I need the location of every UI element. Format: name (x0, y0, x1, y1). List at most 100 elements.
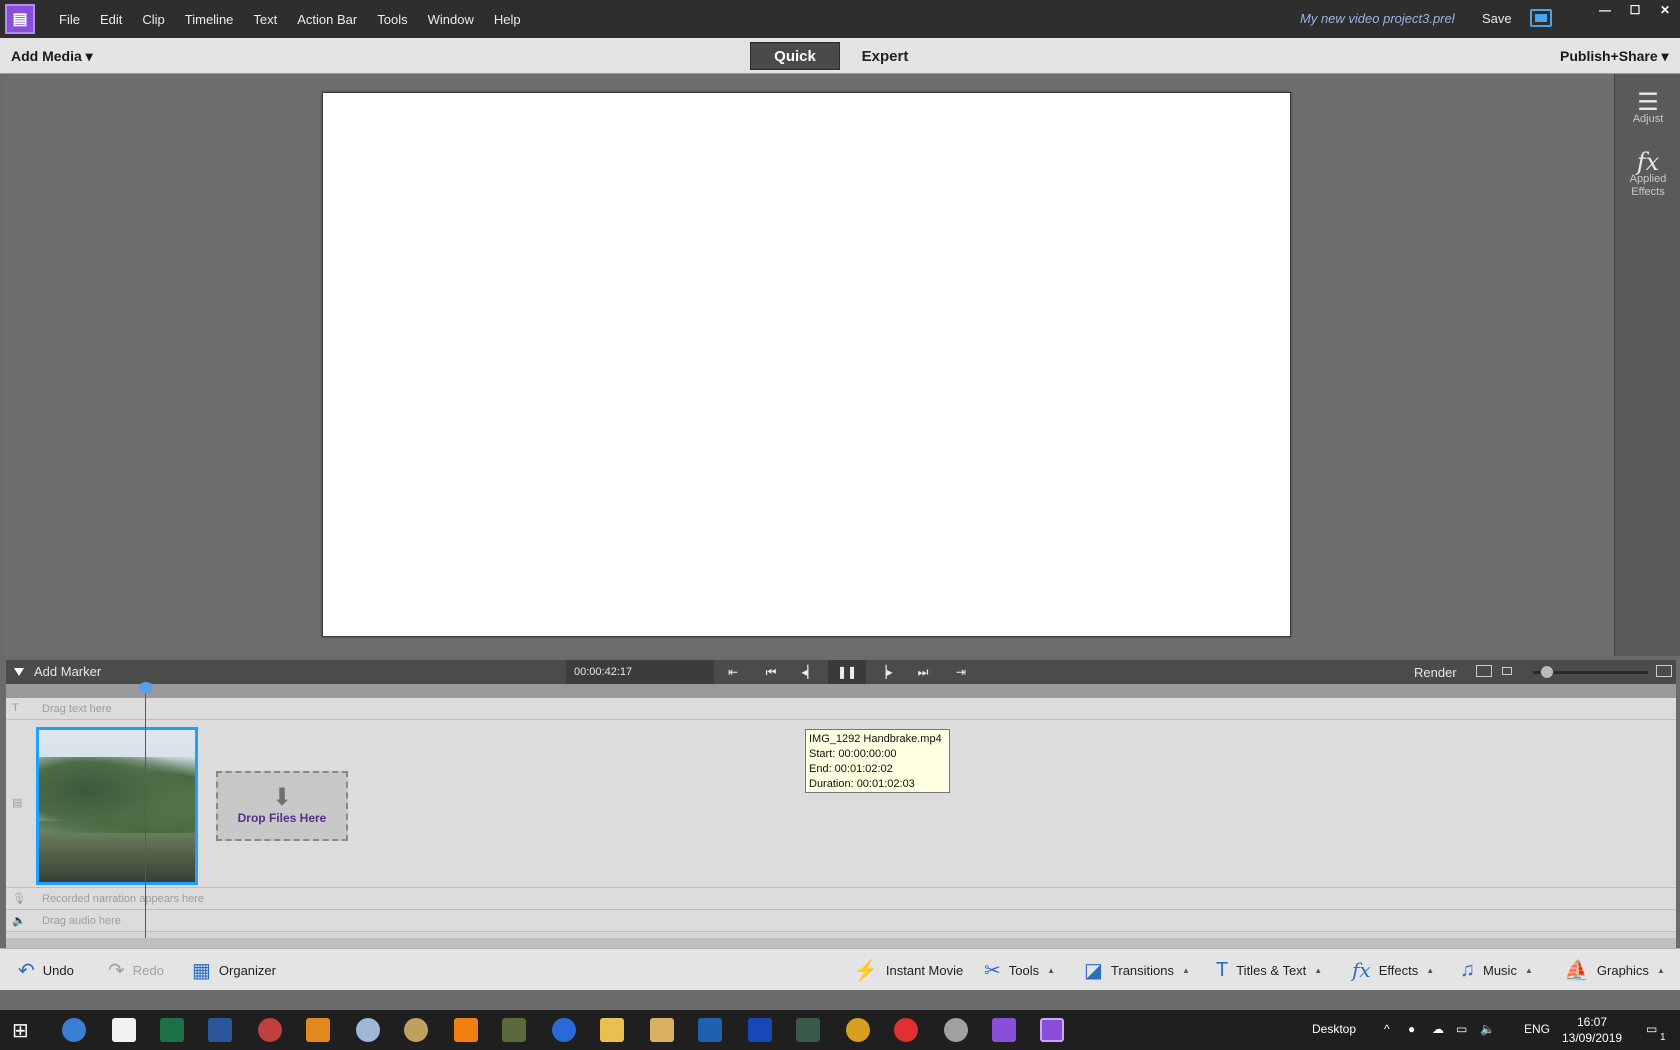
desktop-toolbar[interactable]: Desktop (1312, 1022, 1356, 1036)
clip-trees (39, 757, 195, 841)
transitions-label: Transitions (1110, 962, 1175, 978)
minimize-button[interactable]: — (1590, 0, 1620, 20)
fullscreen-icon[interactable] (1530, 9, 1552, 27)
organizer-button[interactable]: ▦ Organizer (192, 949, 276, 991)
tray-app-icon[interactable]: ● (1408, 1022, 1415, 1036)
transitions-button[interactable]: ◪ Transitions ▲ (1084, 949, 1190, 991)
text-track[interactable]: T Drag text here (6, 698, 1676, 720)
app-icon[interactable] (698, 1018, 722, 1042)
app-icon[interactable] (650, 1018, 674, 1042)
titles-text-button[interactable]: T Titles & Text ▲ (1216, 949, 1322, 991)
windows-start-icon[interactable]: ⊞ (12, 1018, 36, 1042)
music-button[interactable]: ♫ Music ▲ (1460, 949, 1533, 991)
cloud-icon[interactable]: ☁ (1432, 1022, 1444, 1036)
fit-timeline-icon[interactable] (1476, 665, 1492, 677)
step-back-icon[interactable]: ◂▏ (790, 660, 828, 684)
instant-movie-button[interactable]: ⚡ Instant Movie (853, 949, 963, 991)
app-icon[interactable] (796, 1018, 820, 1042)
pause-icon[interactable]: ❚❚ (828, 660, 866, 684)
clock[interactable]: 16:07 13/09/2019 (1562, 1014, 1622, 1046)
premiere-elements-icon[interactable] (992, 1018, 1016, 1042)
word-icon[interactable] (208, 1018, 232, 1042)
tab-expert[interactable]: Expert (840, 42, 930, 70)
menu-file[interactable]: File (49, 12, 90, 27)
narration-track[interactable]: 🎙 Recorded narration appears here (6, 888, 1676, 910)
previous-edit-icon[interactable]: ⏮ (752, 660, 790, 684)
next-edit-icon[interactable]: ⏭ (904, 660, 942, 684)
audio-track[interactable]: 🔈 Drag audio here (6, 910, 1676, 932)
step-forward-icon[interactable]: ▕▸ (866, 660, 904, 684)
menu-edit[interactable]: Edit (90, 12, 132, 27)
app-icon[interactable] (552, 1018, 576, 1042)
close-button[interactable]: ✕ (1650, 0, 1680, 20)
paint-icon[interactable] (404, 1018, 428, 1042)
vlc-icon[interactable] (454, 1018, 478, 1042)
video-clip-thumbnail[interactable] (36, 727, 198, 885)
tray-chevron-icon[interactable]: ^ (1384, 1022, 1390, 1036)
transitions-icon: ◪ (1084, 959, 1103, 982)
app-icon[interactable] (846, 1018, 870, 1042)
browser-icon[interactable] (62, 1018, 86, 1042)
app-icon[interactable] (894, 1018, 918, 1042)
excel-icon[interactable] (160, 1018, 184, 1042)
applied-effects-button[interactable]: fx Applied Effects (1615, 150, 1680, 199)
undo-label: Undo (42, 962, 74, 978)
add-marker-label: Add Marker (34, 664, 102, 679)
titles-icon: T (1216, 958, 1229, 981)
redo-label: Redo (132, 962, 164, 978)
text-track-label: Drag text here (42, 703, 112, 715)
app-icon[interactable] (502, 1018, 526, 1042)
malwarebytes-icon[interactable] (748, 1018, 772, 1042)
add-media-button[interactable]: Add Media ▾ (11, 48, 93, 65)
app-icon[interactable] (356, 1018, 380, 1042)
clock-date: 13/09/2019 (1562, 1031, 1623, 1045)
menu-action-bar[interactable]: Action Bar (287, 12, 367, 27)
transport-bar: Add Marker 00:00:42:17 ⇤ ⏮ ◂▏ ❚❚ ▕▸ ⏭ ⇥ … (6, 660, 1676, 684)
zoom-slider-knob[interactable] (1540, 665, 1554, 679)
caret-up-icon: ▲ (1047, 965, 1056, 975)
app-icon[interactable] (258, 1018, 282, 1042)
add-marker-button[interactable]: Add Marker (14, 664, 101, 679)
volume-icon[interactable]: 🔈 (1480, 1022, 1495, 1036)
menu-tools[interactable]: Tools (367, 12, 417, 27)
go-to-start-icon[interactable]: ⇤ (714, 660, 752, 684)
tab-quick[interactable]: Quick (750, 42, 840, 70)
caret-up-icon: ▲ (1656, 965, 1665, 975)
menu-help[interactable]: Help (484, 12, 531, 27)
drop-files-zone[interactable]: ⬇ Drop Files Here (216, 771, 348, 841)
redo-button[interactable]: ↷ Redo (108, 949, 164, 991)
instant-movie-label: Instant Movie (885, 962, 964, 978)
clip-tooltip: IMG_1292 Handbrake.mp4 Start: 00:00:00:0… (805, 729, 950, 793)
action-bar: ↶ Undo ↷ Redo ▦ Organizer ⚡ Instant Movi… (0, 948, 1680, 990)
network-icon[interactable]: ▭ (1456, 1022, 1467, 1036)
clip-ground (39, 833, 195, 882)
zoom-out-icon[interactable] (1502, 667, 1512, 675)
time-ruler[interactable] (6, 684, 1676, 698)
menu-clip[interactable]: Clip (132, 12, 174, 27)
publish-share-button[interactable]: Publish+Share ▾ (1560, 48, 1669, 65)
app-logo-icon: ▤ (5, 4, 35, 34)
zoom-in-icon[interactable] (1656, 665, 1672, 677)
render-button[interactable]: Render (1414, 665, 1457, 680)
notepad-icon[interactable] (112, 1018, 136, 1042)
app-icon[interactable] (944, 1018, 968, 1042)
notifications-icon[interactable]: ▭ (1646, 1022, 1657, 1036)
save-button[interactable]: Save (1482, 11, 1512, 26)
graphics-button[interactable]: ⛵ Graphics ▲ (1564, 949, 1665, 991)
app-icon[interactable] (306, 1018, 330, 1042)
menu-timeline[interactable]: Timeline (175, 12, 244, 27)
adjust-button[interactable]: ☰ Adjust (1615, 90, 1680, 126)
menu-text[interactable]: Text (243, 12, 287, 27)
tools-button[interactable]: ✂ Tools ▲ (984, 949, 1055, 991)
language-indicator[interactable]: ENG (1524, 1022, 1550, 1036)
effects-button[interactable]: fx Effects ▲ (1352, 949, 1434, 991)
go-to-end-icon[interactable]: ⇥ (942, 660, 980, 684)
file-explorer-icon[interactable] (600, 1018, 624, 1042)
maximize-button[interactable]: ☐ (1620, 0, 1650, 20)
organizer-icon: ▦ (192, 959, 211, 982)
graphics-label: Graphics (1596, 962, 1649, 978)
premiere-elements-active-icon[interactable] (1040, 1018, 1064, 1042)
menu-window[interactable]: Window (418, 12, 484, 27)
undo-button[interactable]: ↶ Undo (18, 949, 74, 991)
timeline-scrollbar[interactable] (6, 938, 1676, 948)
